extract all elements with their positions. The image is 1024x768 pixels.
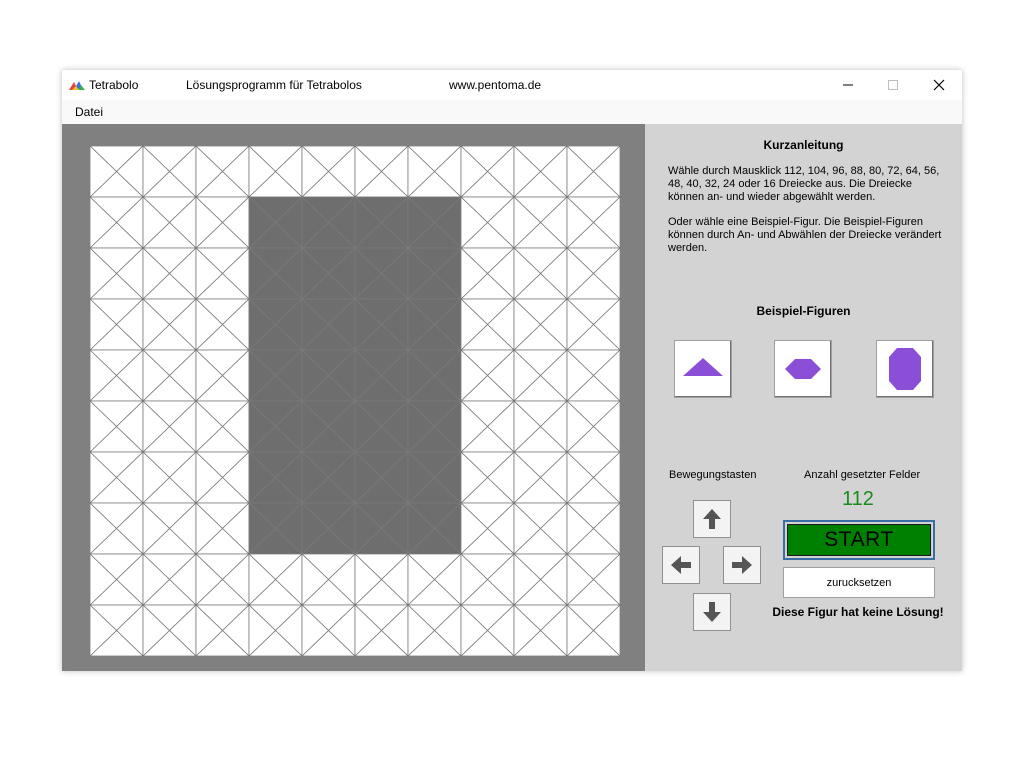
window-title: Tetrabolo: [89, 78, 139, 92]
guide-title: Kurzanleitung: [763, 138, 844, 152]
guide-text-2: Oder wähle eine Beispiel-Figur. Die Beis…: [668, 216, 942, 254]
board-area: [62, 124, 645, 671]
menu-bar: Datei: [62, 100, 962, 124]
example-figure-button-2[interactable]: [774, 340, 832, 398]
start-button[interactable]: START: [783, 520, 935, 560]
move-left-button[interactable]: [662, 546, 700, 584]
move-up-button[interactable]: [693, 500, 731, 538]
example-figure-button-1[interactable]: [674, 340, 732, 398]
website-label: www.pentoma.de: [449, 78, 542, 92]
count-value: 112: [842, 488, 874, 510]
hexagon-figure-icon: [785, 359, 821, 379]
movement-label: Bewegungstasten: [669, 469, 757, 481]
move-right-button[interactable]: [723, 546, 761, 584]
arrow-down-icon: [703, 602, 721, 622]
examples-title: Beispiel-Figuren: [756, 304, 851, 318]
window-subtitle: Lösungsprogramm für Tetrabolos: [186, 78, 362, 92]
app-window: Tetrabolo Lösungsprogramm für Tetrabolos…: [62, 70, 962, 671]
minimize-icon: [843, 84, 853, 86]
arrow-left-icon: [671, 556, 691, 574]
triangle-figure-icon: [683, 358, 723, 376]
close-button[interactable]: [916, 70, 962, 100]
guide-text-1: Wähle durch Mausklick 112, 104, 96, 88, …: [668, 165, 940, 203]
octagon-figure-icon: [889, 348, 921, 390]
maximize-button[interactable]: [870, 70, 916, 100]
arrow-right-icon: [732, 556, 752, 574]
control-panel: Kurzanleitung Wähle durch Mausklick 112,…: [645, 124, 962, 671]
minimize-button[interactable]: [825, 70, 871, 100]
example-figure-button-3[interactable]: [876, 340, 934, 398]
start-button-label: START: [787, 524, 931, 556]
close-icon: [933, 79, 945, 91]
tetrabolo-board[interactable]: [90, 146, 620, 656]
reset-button[interactable]: zurucksetzen: [783, 567, 935, 598]
menu-datei[interactable]: Datei: [75, 105, 103, 119]
app-logo-icon: [69, 81, 85, 90]
move-down-button[interactable]: [693, 593, 731, 631]
arrow-up-icon: [703, 509, 721, 529]
count-label: Anzahl gesetzter Felder: [804, 469, 921, 481]
maximize-icon: [888, 80, 898, 90]
title-bar[interactable]: Tetrabolo Lösungsprogramm für Tetrabolos…: [62, 70, 962, 100]
status-message: Diese Figur hat keine Lösung!: [772, 605, 944, 619]
